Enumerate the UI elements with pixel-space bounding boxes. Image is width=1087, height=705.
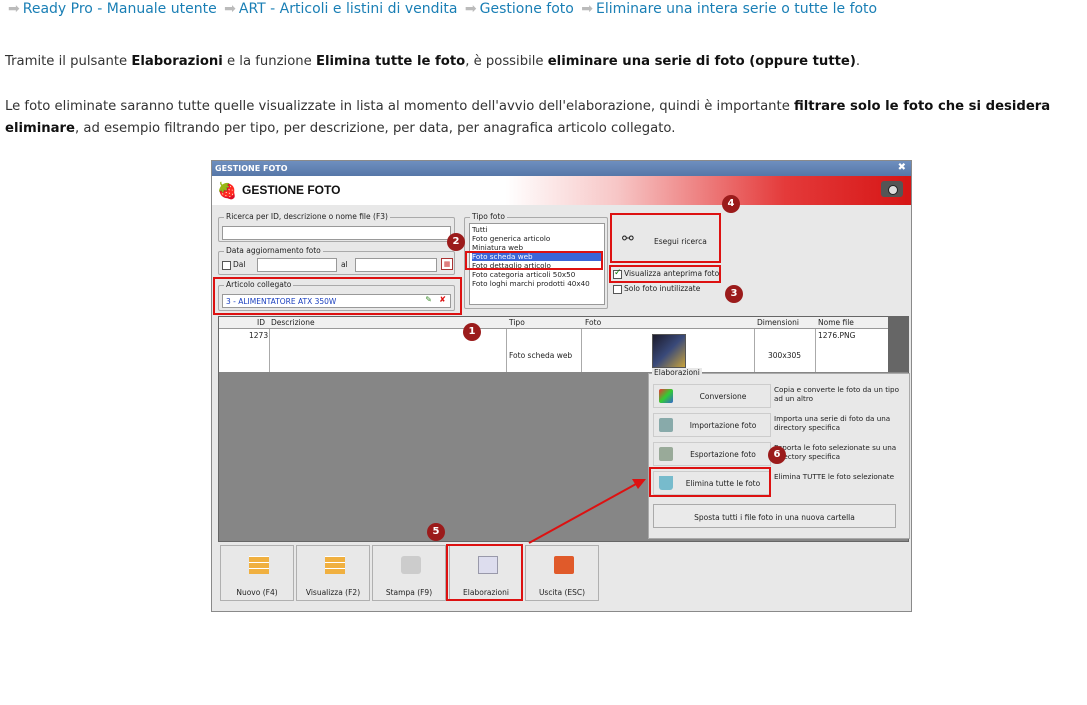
arrow-right-icon: ➡ bbox=[464, 1, 477, 17]
badge-1: 1 bbox=[463, 323, 481, 341]
text: . bbox=[855, 54, 861, 69]
bold-text: Elaborazioni bbox=[131, 54, 223, 69]
breadcrumb-link[interactable]: ART - Articoli e listini di vendita bbox=[239, 1, 458, 17]
arrow-right-icon: ➡ bbox=[581, 1, 594, 17]
arrow-right-icon: ➡ bbox=[224, 1, 236, 17]
callout-arrow bbox=[528, 479, 646, 544]
intro-paragraph: Tramite il pulsante Elaborazioni e la fu… bbox=[5, 51, 860, 73]
badge-5: 5 bbox=[427, 523, 445, 541]
text: , è possibile bbox=[465, 54, 548, 69]
bold-text: Elimina tutte le foto bbox=[315, 54, 466, 69]
bold-text: eliminare una serie di foto (oppure tutt… bbox=[547, 54, 856, 69]
text: Le foto eliminate saranno tutte quelle v… bbox=[5, 99, 795, 114]
arrow-right-icon: ➡ bbox=[8, 1, 20, 17]
text: e la funzione bbox=[222, 54, 316, 69]
badge-3: 3 bbox=[725, 285, 743, 303]
breadcrumb-link[interactable]: Gestione foto bbox=[480, 1, 574, 17]
badge-2: 2 bbox=[447, 233, 465, 251]
text: , ad esempio filtrando per tipo, per des… bbox=[74, 121, 676, 136]
badge-4: 4 bbox=[722, 195, 740, 213]
badge-6: 6 bbox=[768, 446, 786, 464]
detail-paragraph: Le foto eliminate saranno tutte quelle v… bbox=[5, 96, 1080, 140]
breadcrumb-link[interactable]: Ready Pro - Manuale utente bbox=[23, 1, 217, 17]
gestione-foto-window: GESTIONE FOTO ✖ 🍓 GESTIONE FOTO Ricerca … bbox=[211, 160, 912, 612]
text: Tramite il pulsante bbox=[5, 54, 132, 69]
breadcrumb: ➡ Ready Pro - Manuale utente ➡ ART - Artic… bbox=[5, 1, 877, 17]
arrow-line bbox=[528, 483, 637, 544]
breadcrumb-current[interactable]: Eliminare una intera serie o tutte le fo… bbox=[596, 1, 877, 17]
